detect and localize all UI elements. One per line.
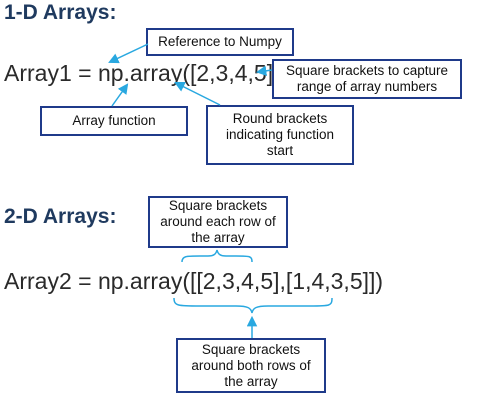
arrow-to-array-function	[111, 83, 129, 107]
code-array2: Array2 = np.array([[2,3,4,5],[1,4,3,5]])	[4, 268, 384, 294]
callout-both-rows: Square brackets around both rows of the …	[176, 338, 326, 393]
arrow-to-round-bracket	[174, 82, 221, 106]
code-array1: Array1 = np.array([2,3,4,5])	[4, 60, 281, 86]
callout-square-brackets: Square brackets to capture range of arra…	[272, 59, 462, 99]
callout-array-function: Array function	[40, 106, 188, 136]
heading-1d-arrays: 1-D Arrays:	[4, 1, 117, 24]
heading-2d-arrays: 2-D Arrays:	[4, 205, 117, 228]
brace-each-row	[181, 249, 253, 263]
callout-numpy-reference: Reference to Numpy	[146, 28, 294, 56]
brace-both-rows	[173, 297, 333, 314]
callout-round-brackets: Round brackets indicating function start	[206, 105, 354, 165]
callout-each-row: Square brackets around each row of the a…	[148, 196, 288, 248]
